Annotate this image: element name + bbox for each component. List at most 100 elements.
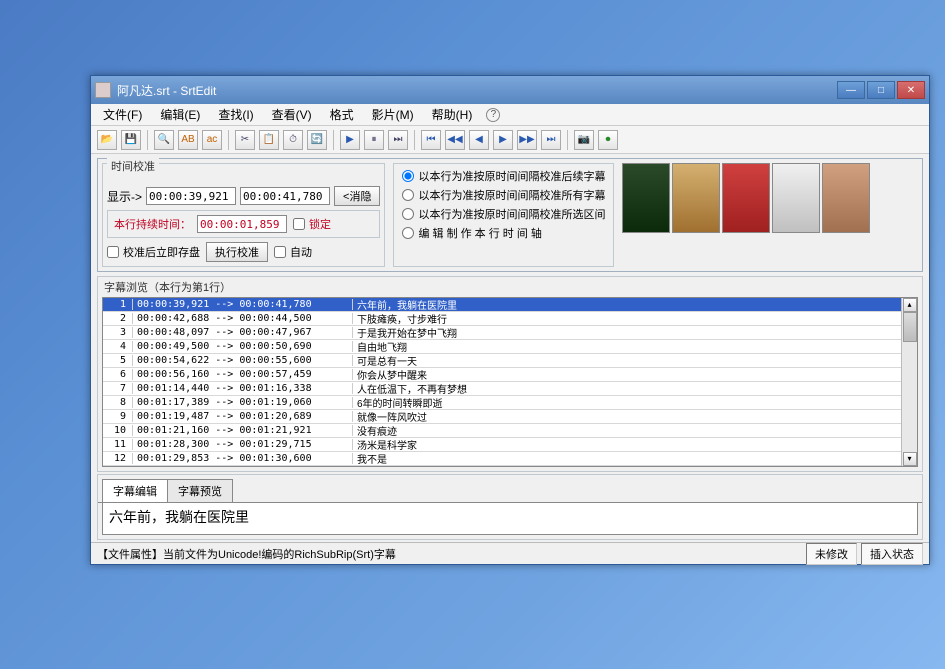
duration-input[interactable] bbox=[197, 215, 287, 233]
pause-icon[interactable]: ⏸ bbox=[364, 130, 384, 150]
poster-thumbnail[interactable] bbox=[772, 163, 820, 233]
calibration-mode-panel: 以本行为准按原时间间隔校准后续字幕 以本行为准按原时间间隔校准所有字幕 以本行为… bbox=[393, 163, 614, 267]
table-row[interactable]: 500:00:54,622 --> 00:00:55,600可是总有一天 bbox=[103, 354, 901, 368]
sync-icon[interactable]: 🔄 bbox=[307, 130, 327, 150]
row-text: 六年前，我躺在医院里 bbox=[353, 297, 901, 312]
back-icon[interactable]: ◀ bbox=[469, 130, 489, 150]
mode-radio-2[interactable] bbox=[402, 189, 414, 201]
table-row[interactable]: 700:01:14,440 --> 00:01:16,338人在低温下，不再有梦… bbox=[103, 382, 901, 396]
row-index: 6 bbox=[103, 369, 133, 380]
end-time-input[interactable] bbox=[240, 187, 330, 205]
maximize-button[interactable]: □ bbox=[867, 81, 895, 99]
step-icon[interactable]: ⏭ bbox=[388, 130, 408, 150]
row-timecode: 00:00:48,097 --> 00:00:47,967 bbox=[133, 327, 353, 338]
row-index: 7 bbox=[103, 383, 133, 394]
eliminate-button[interactable]: <消隐 bbox=[334, 186, 380, 206]
save-icon[interactable]: 💾 bbox=[121, 130, 141, 150]
close-button[interactable]: ✕ bbox=[897, 81, 925, 99]
time-icon[interactable]: ⏱ bbox=[283, 130, 303, 150]
duration-label: 本行持续时间： bbox=[114, 216, 191, 232]
scroll-thumb[interactable] bbox=[903, 312, 917, 342]
menu-file[interactable]: 文件(F) bbox=[95, 104, 150, 125]
row-text: 6年的时间转瞬即逝 bbox=[353, 395, 901, 410]
app-icon bbox=[95, 82, 111, 98]
save-after-label: 校准后立即存盘 bbox=[123, 244, 200, 260]
last-icon[interactable]: ⏭ bbox=[541, 130, 561, 150]
menu-format[interactable]: 格式 bbox=[322, 104, 362, 125]
duration-box: 本行持续时间： 锁定 bbox=[107, 210, 380, 238]
auto-label: 自动 bbox=[290, 244, 312, 260]
table-row[interactable]: 1200:01:29,853 --> 00:01:30,600我不是 bbox=[103, 452, 901, 466]
mode-label-3: 以本行为准按原时间间隔校准所选区间 bbox=[418, 206, 605, 222]
calibrate-button[interactable]: 执行校准 bbox=[206, 242, 268, 262]
poster-thumbnail[interactable] bbox=[722, 163, 770, 233]
table-row[interactable]: 600:00:56,160 --> 00:00:57,459你会从梦中醒来 bbox=[103, 368, 901, 382]
table-row[interactable]: 100:00:39,921 --> 00:00:41,780六年前，我躺在医院里 bbox=[103, 298, 901, 312]
find-icon[interactable]: 🔍 bbox=[154, 130, 174, 150]
first-icon[interactable]: ⏮ bbox=[421, 130, 441, 150]
subtitle-grid[interactable]: 100:00:39,921 --> 00:00:41,780六年前，我躺在医院里… bbox=[102, 297, 918, 467]
menu-edit[interactable]: 编辑(E) bbox=[152, 104, 208, 125]
table-row[interactable]: 800:01:17,389 --> 00:01:19,0606年的时间转瞬即逝 bbox=[103, 396, 901, 410]
row-timecode: 00:01:21,160 --> 00:01:21,921 bbox=[133, 425, 353, 436]
table-row[interactable]: 900:01:19,487 --> 00:01:20,689就像一阵风吹过 bbox=[103, 410, 901, 424]
app-window: 阿凡达.srt - SrtEdit — □ ✕ 文件(F) 编辑(E) 查找(I… bbox=[90, 75, 930, 565]
poster-thumbnail[interactable] bbox=[622, 163, 670, 233]
table-row[interactable]: 1000:01:21,160 --> 00:01:21,921没有痕迹 bbox=[103, 424, 901, 438]
row-text: 就像一阵风吹过 bbox=[353, 409, 901, 424]
menu-find[interactable]: 查找(I) bbox=[210, 104, 261, 125]
menu-help[interactable]: 帮助(H) bbox=[424, 104, 481, 125]
table-row[interactable]: 400:00:49,500 --> 00:00:50,690自由地飞翔 bbox=[103, 340, 901, 354]
menu-view[interactable]: 查看(V) bbox=[264, 104, 320, 125]
tool-icon[interactable]: ✂ bbox=[235, 130, 255, 150]
tab-edit[interactable]: 字幕编辑 bbox=[102, 479, 168, 502]
mode-radio-4[interactable] bbox=[402, 227, 414, 239]
row-timecode: 00:01:14,440 --> 00:01:16,338 bbox=[133, 383, 353, 394]
minimize-button[interactable]: — bbox=[837, 81, 865, 99]
separator bbox=[228, 130, 229, 150]
menu-movie[interactable]: 影片(M) bbox=[364, 104, 422, 125]
poster-thumbnail[interactable] bbox=[672, 163, 720, 233]
upper-panel: 时间校准 显示-> <消隐 本行持续时间： 锁定 校准后立即存盘 执行校准 自动… bbox=[97, 158, 923, 272]
replace-ac-icon[interactable]: ac bbox=[202, 130, 222, 150]
table-row[interactable]: 200:00:42,688 --> 00:00:44,500下肢瘫痪，寸步难行 bbox=[103, 312, 901, 326]
row-text: 于是我开始在梦中飞翔 bbox=[353, 325, 901, 340]
scroll-up-icon[interactable]: ▴ bbox=[903, 298, 917, 312]
row-text: 没有痕迹 bbox=[353, 423, 901, 438]
prev-icon[interactable]: ◀◀ bbox=[445, 130, 465, 150]
list-legend: 字幕浏览（本行为第1行） bbox=[98, 277, 922, 297]
subtitle-editor[interactable]: 六年前，我躺在医院里 bbox=[102, 503, 918, 535]
save-after-checkbox[interactable] bbox=[107, 246, 119, 258]
next-icon[interactable]: ▶▶ bbox=[517, 130, 537, 150]
row-timecode: 00:01:17,389 --> 00:01:19,060 bbox=[133, 397, 353, 408]
separator bbox=[147, 130, 148, 150]
row-index: 4 bbox=[103, 341, 133, 352]
auto-checkbox[interactable] bbox=[274, 246, 286, 258]
lock-checkbox[interactable] bbox=[293, 218, 305, 230]
camera-icon[interactable]: 📷 bbox=[574, 130, 594, 150]
row-text: 我不是 bbox=[353, 451, 901, 466]
tab-preview[interactable]: 字幕预览 bbox=[167, 479, 233, 502]
paste-icon[interactable]: 📋 bbox=[259, 130, 279, 150]
mode-radio-3[interactable] bbox=[402, 208, 414, 220]
help-icon[interactable]: ? bbox=[486, 108, 500, 122]
mode-label-2: 以本行为准按原时间间隔校准所有字幕 bbox=[418, 187, 605, 203]
vertical-scrollbar[interactable]: ▴ ▾ bbox=[901, 298, 917, 466]
start-time-input[interactable] bbox=[146, 187, 236, 205]
mode-radio-1[interactable] bbox=[402, 170, 414, 182]
scroll-down-icon[interactable]: ▾ bbox=[903, 452, 917, 466]
fwd-icon[interactable]: ▶ bbox=[493, 130, 513, 150]
row-text: 下肢瘫痪，寸步难行 bbox=[353, 311, 901, 326]
poster-thumbnail[interactable] bbox=[822, 163, 870, 233]
replace-ab-icon[interactable]: AB bbox=[178, 130, 198, 150]
table-row[interactable]: 300:00:48,097 --> 00:00:47,967于是我开始在梦中飞翔 bbox=[103, 326, 901, 340]
table-row[interactable]: 1100:01:28,300 --> 00:01:29,715汤米是科学家 bbox=[103, 438, 901, 452]
open-icon[interactable]: 📂 bbox=[97, 130, 117, 150]
row-index: 11 bbox=[103, 439, 133, 450]
status-modified: 未修改 bbox=[806, 543, 857, 565]
time-calibration-panel: 时间校准 显示-> <消隐 本行持续时间： 锁定 校准后立即存盘 执行校准 自动 bbox=[102, 163, 385, 267]
mode-label-4: 编 辑 制 作 本 行 时 间 轴 bbox=[418, 225, 541, 241]
play-icon[interactable]: ▶ bbox=[340, 130, 360, 150]
show-label: 显示-> bbox=[107, 188, 142, 205]
record-icon[interactable]: ⏺ bbox=[598, 130, 618, 150]
